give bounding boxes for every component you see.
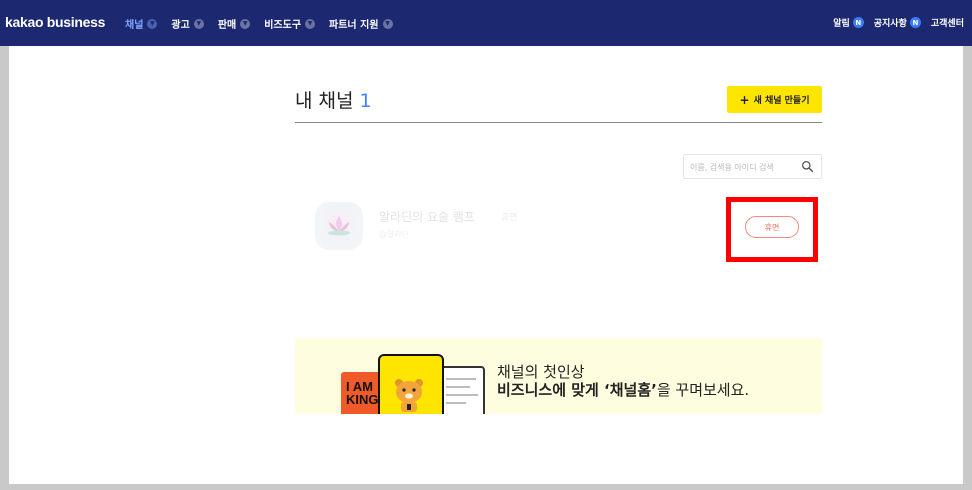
main-nav: 채널 ▼ 광고 ▼ 판매 ▼ 비즈도구 ▼ 파트너 지원 ▼ — [125, 16, 407, 31]
support-label: 고객센터 — [930, 19, 964, 29]
nav-item-label: 판매 — [217, 20, 237, 31]
plus-icon: + — [739, 92, 750, 107]
highlight-box — [726, 197, 818, 262]
support-link[interactable]: 고객센터 — [931, 16, 964, 29]
channel-count: 1 — [359, 90, 372, 112]
page-title: 내 채널 1 — [295, 86, 372, 113]
ryan-character-icon — [395, 379, 423, 412]
nav-item-partner-support[interactable]: 파트너 지원 ▼ — [329, 16, 393, 31]
alerts-label: 알림 — [833, 19, 850, 29]
lotus-icon — [328, 216, 350, 236]
new-channel-label: 새 채널 만들기 — [753, 96, 810, 106]
alerts-link[interactable]: 알림 N — [833, 16, 864, 29]
nav-item-channel[interactable]: 채널 ▼ — [125, 16, 158, 31]
banner-line-2: 비즈니스에 맞게 ‘채널홈’을 꾸며보세요. — [497, 379, 749, 400]
banner-illustration: I AM KING — [341, 354, 486, 414]
document-art — [439, 366, 485, 414]
new-channel-button[interactable]: + 새 채널 만들기 — [727, 86, 822, 113]
channel-search — [683, 154, 822, 179]
nav-item-sales[interactable]: 판매 ▼ — [217, 16, 251, 31]
channel-status-tag: 휴면 — [501, 213, 518, 223]
kakao-business-logo[interactable]: kakao business — [5, 14, 105, 30]
chevron-down-icon: ▼ — [305, 18, 316, 29]
search-input[interactable] — [690, 159, 798, 175]
utility-nav: 알림 N 공지사항 N 고객센터 — [823, 16, 964, 29]
search-icon[interactable] — [801, 160, 814, 173]
banner-line-2-rest: 을 꾸며보세요. — [656, 381, 750, 399]
chevron-down-icon: ▼ — [193, 18, 204, 29]
title-divider — [295, 122, 822, 123]
channel-id: @알라딘 — [379, 230, 410, 239]
channel-home-banner[interactable]: I AM KING 채널의 첫인상 비즈니스에 맞게 ‘채널홈’을 꾸며보세요. — [295, 338, 822, 414]
nav-item-label: 채널 — [125, 20, 144, 31]
nav-item-label: 광고 — [171, 20, 190, 31]
banner-line-2-bold: 비즈니스에 맞게 ‘채널홈’ — [497, 381, 657, 399]
notice-label: 공지사항 — [873, 19, 907, 29]
chevron-down-icon: ▼ — [147, 18, 158, 29]
channel-row[interactable]: 알라딘의 요술 램프 휴면 @알라딘 휴면 — [295, 196, 822, 262]
channel-avatar — [315, 202, 363, 250]
chevron-down-icon: ▼ — [240, 18, 251, 29]
page-title-text: 내 채널 — [295, 90, 354, 112]
nav-item-ads[interactable]: 광고 ▼ — [171, 16, 204, 31]
new-badge: N — [909, 17, 921, 28]
nav-item-label: 비즈도구 — [264, 20, 302, 31]
nav-item-biz-tools[interactable]: 비즈도구 ▼ — [264, 16, 316, 31]
notice-link[interactable]: 공지사항 N — [874, 16, 921, 29]
top-navigation-bar: kakao business 채널 ▼ 광고 ▼ 판매 ▼ 비즈도구 ▼ 파트너… — [0, 0, 972, 46]
chevron-down-icon: ▼ — [382, 18, 393, 29]
channel-name: 알라딘의 요술 램프 — [379, 210, 475, 224]
new-badge: N — [852, 17, 864, 28]
nav-item-label: 파트너 지원 — [329, 20, 379, 31]
main-content: 내 채널1 + 새 채널 만들기 알라딘의 요술 램프 휴면 @알라딘 휴면 I — [9, 46, 963, 484]
